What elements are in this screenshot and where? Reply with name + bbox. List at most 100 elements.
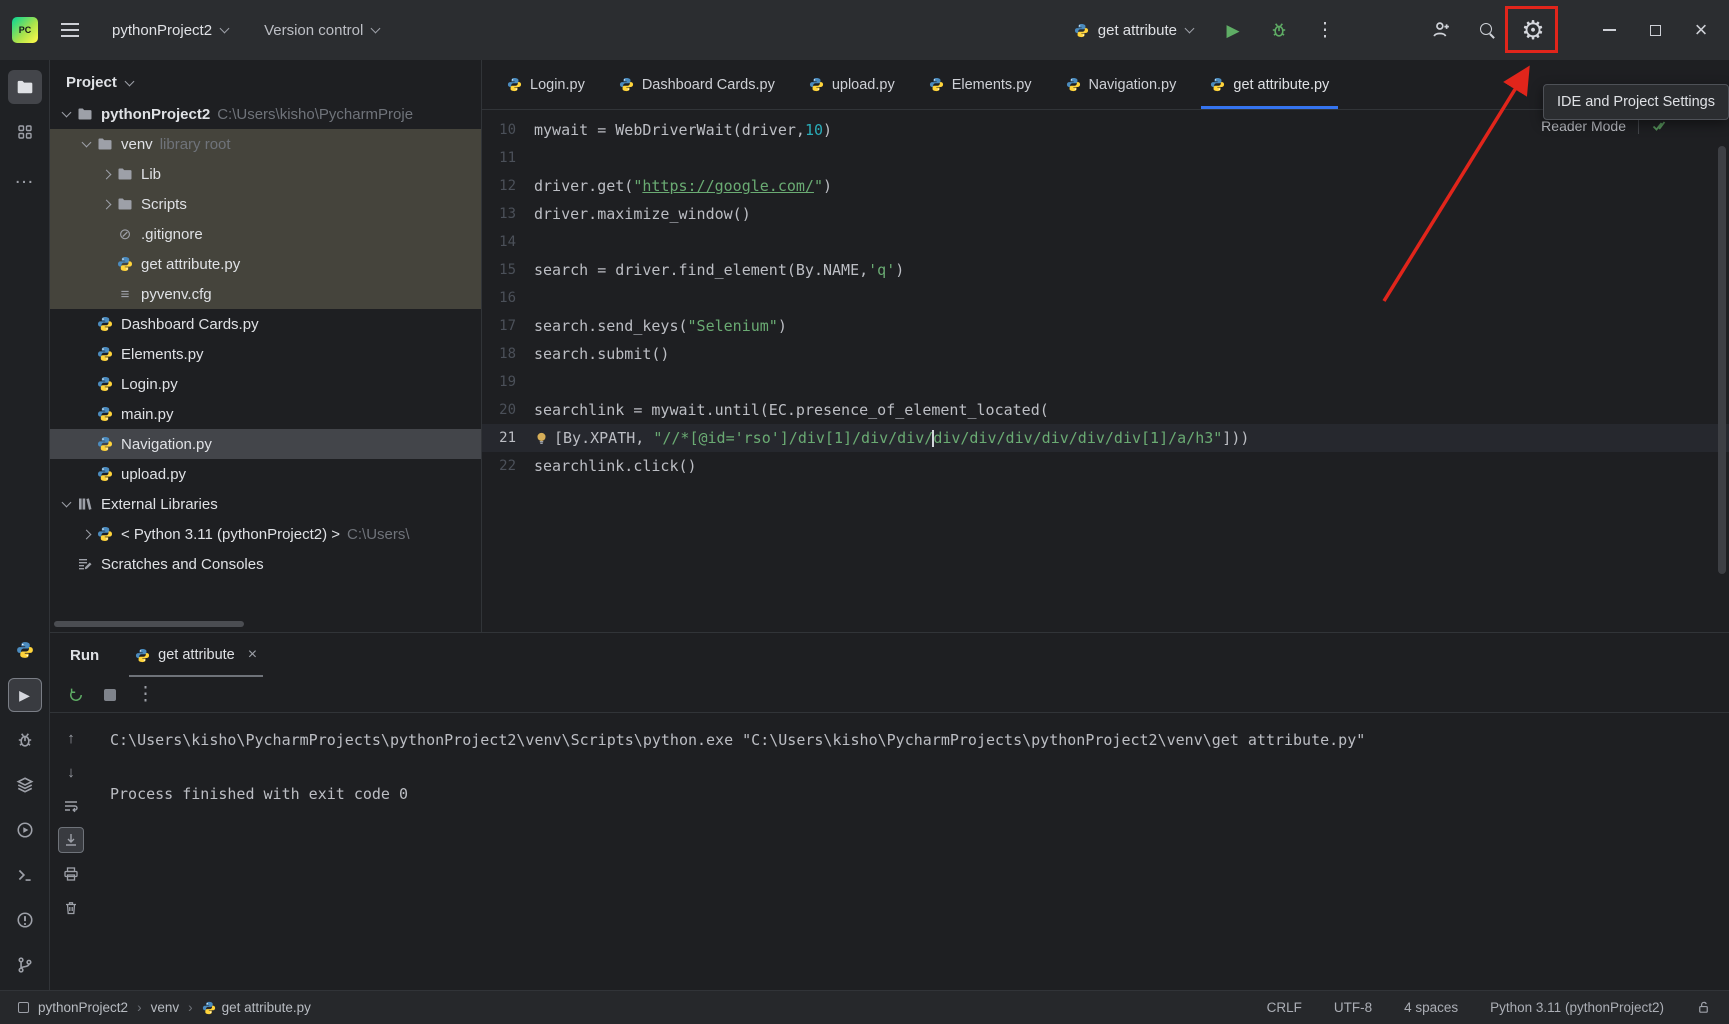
soft-wrap-button[interactable] (58, 793, 84, 819)
code-line[interactable]: 18search.submit() (482, 340, 1729, 368)
code-line[interactable]: 14 (482, 228, 1729, 256)
encoding-widget[interactable]: UTF-8 (1334, 1000, 1372, 1015)
scroll-to-end-button[interactable] (58, 827, 84, 853)
code-line[interactable]: 22searchlink.click() (482, 452, 1729, 480)
editor-tab[interactable]: Elements.py (912, 60, 1049, 109)
settings-button[interactable]: ⚙ (1517, 14, 1549, 46)
tree-item[interactable]: upload.py (50, 459, 481, 489)
editor-tab[interactable]: Dashboard Cards.py (602, 60, 792, 109)
chevron-right-icon[interactable] (101, 199, 111, 209)
run-tab[interactable]: get attribute × (135, 633, 257, 677)
chevron-right-icon[interactable] (81, 529, 91, 539)
tree-item[interactable]: Navigation.py (50, 429, 481, 459)
tool-version-control-button[interactable] (8, 948, 42, 982)
editor-scrollbar[interactable] (1718, 146, 1726, 574)
tree-item[interactable]: Lib (50, 159, 481, 189)
indent-widget[interactable]: 4 spaces (1404, 1000, 1458, 1015)
tree-item[interactable]: ⊘.gitignore (50, 219, 481, 249)
project-widget-label: pythonProject2 (112, 22, 212, 39)
tree-item[interactable]: < Python 3.11 (pythonProject2) >C:\Users… (50, 519, 481, 549)
code-line[interactable]: 15search = driver.find_element(By.NAME,'… (482, 256, 1729, 284)
tree-item-label: pythonProject2 (101, 106, 210, 123)
clear-console-button[interactable] (58, 895, 84, 921)
code-region[interactable]: 10mywait = WebDriverWait(driver,10)1112d… (482, 110, 1729, 632)
tree-item[interactable]: ≡pyvenv.cfg (50, 279, 481, 309)
folder-icon (114, 166, 136, 182)
editor-tab[interactable]: get attribute.py (1193, 60, 1346, 109)
run-configuration-selector[interactable]: get attribute (1064, 15, 1203, 46)
console-output[interactable]: C:\Users\kisho\PycharmProjects\pythonPro… (92, 713, 1729, 990)
breadcrumb-item[interactable]: get attribute.py (202, 1000, 311, 1015)
code-line[interactable]: 19 (482, 368, 1729, 396)
tool-debug-button[interactable] (8, 723, 42, 757)
tree-item[interactable]: pythonProject2C:\Users\kisho\PycharmProj… (50, 99, 481, 129)
tree-item[interactable]: Scratches and Consoles (50, 549, 481, 579)
breadcrumb-item[interactable]: venv (151, 1000, 180, 1015)
tool-run-anything-button[interactable] (8, 813, 42, 847)
tool-python-packages-button[interactable] (8, 633, 42, 667)
soft-wrap-icon (63, 798, 79, 814)
tree-item[interactable]: External Libraries (50, 489, 481, 519)
minimize-button[interactable] (1593, 14, 1625, 46)
main-menu-button[interactable] (54, 14, 86, 46)
print-button[interactable] (58, 861, 84, 887)
status-bar: pythonProject2›venv›get attribute.py CRL… (0, 990, 1729, 1024)
tree-item[interactable]: Elements.py (50, 339, 481, 369)
code-line[interactable]: 11 (482, 144, 1729, 172)
chevron-down-icon[interactable] (81, 138, 91, 148)
tool-terminal-button[interactable] (8, 858, 42, 892)
console-rail: ↑ ↓ (50, 713, 92, 990)
project-panel-header[interactable]: Project (50, 64, 481, 99)
code-line[interactable]: 16 (482, 284, 1729, 312)
stop-button[interactable] (104, 689, 116, 701)
close-button[interactable]: × (1685, 14, 1717, 46)
chevron-right-icon[interactable] (101, 169, 111, 179)
editor-tab[interactable]: upload.py (792, 60, 912, 109)
tree-item[interactable]: main.py (50, 399, 481, 429)
project-widget[interactable]: pythonProject2 (102, 15, 238, 46)
tool-problems-button[interactable] (8, 903, 42, 937)
printer-icon (63, 866, 79, 882)
debug-button[interactable] (1263, 14, 1295, 46)
code-line[interactable]: 13driver.maximize_window() (482, 200, 1729, 228)
rerun-button[interactable] (68, 687, 84, 703)
close-tab-icon[interactable]: × (248, 647, 257, 663)
tree-item[interactable]: get attribute.py (50, 249, 481, 279)
console-down-button[interactable]: ↓ (58, 759, 84, 785)
tool-project-button[interactable] (8, 70, 42, 104)
inspections-ok-icon[interactable] (1651, 118, 1667, 134)
editor-tab[interactable]: Navigation.py (1049, 60, 1194, 109)
editor-tab[interactable]: Login.py (490, 60, 602, 109)
tree-item[interactable]: Dashboard Cards.py (50, 309, 481, 339)
tool-more-button[interactable]: … (8, 160, 42, 194)
maximize-button[interactable] (1639, 14, 1671, 46)
vcs-widget[interactable]: Version control (254, 15, 389, 46)
code-line[interactable]: 17search.send_keys("Selenium") (482, 312, 1729, 340)
chevron-down-icon[interactable] (61, 108, 71, 118)
tool-services-button[interactable] (8, 768, 42, 802)
run-button[interactable]: ▶ (1217, 14, 1249, 46)
lock-icon[interactable] (1696, 1000, 1711, 1015)
code-line[interactable]: 12driver.get("https://google.com/") (482, 172, 1729, 200)
tool-structure-button[interactable] (8, 115, 42, 149)
tool-run-button[interactable]: ▶ (8, 678, 42, 712)
chevron-down-icon[interactable] (61, 498, 71, 508)
code-with-me-button[interactable] (1425, 14, 1457, 46)
tree-item[interactable]: Scripts (50, 189, 481, 219)
console-up-button[interactable]: ↑ (58, 725, 84, 751)
line-ending-widget[interactable]: CRLF (1267, 1000, 1302, 1015)
reader-mode-toggle[interactable]: Reader Mode (1541, 118, 1667, 134)
console-more-button[interactable]: ⋮ (136, 685, 155, 704)
interpreter-widget[interactable]: Python 3.11 (pythonProject2) (1490, 1000, 1664, 1015)
tree-item[interactable]: venvlibrary root (50, 129, 481, 159)
search-everywhere-button[interactable] (1471, 14, 1503, 46)
code-line[interactable]: 20searchlink = mywait.until(EC.presence_… (482, 396, 1729, 424)
intention-bulb-icon[interactable] (534, 431, 551, 446)
hamburger-icon (61, 23, 79, 37)
more-actions-button[interactable]: ⋮ (1309, 14, 1341, 46)
code-line[interactable]: 21[By.XPATH, "//*[@id='rso']/div[1]/div/… (482, 424, 1729, 452)
tree-item[interactable]: Login.py (50, 369, 481, 399)
project-horizontal-scrollbar[interactable] (54, 621, 244, 627)
folder-icon (114, 196, 136, 212)
breadcrumb-item[interactable]: pythonProject2 (38, 1000, 128, 1015)
